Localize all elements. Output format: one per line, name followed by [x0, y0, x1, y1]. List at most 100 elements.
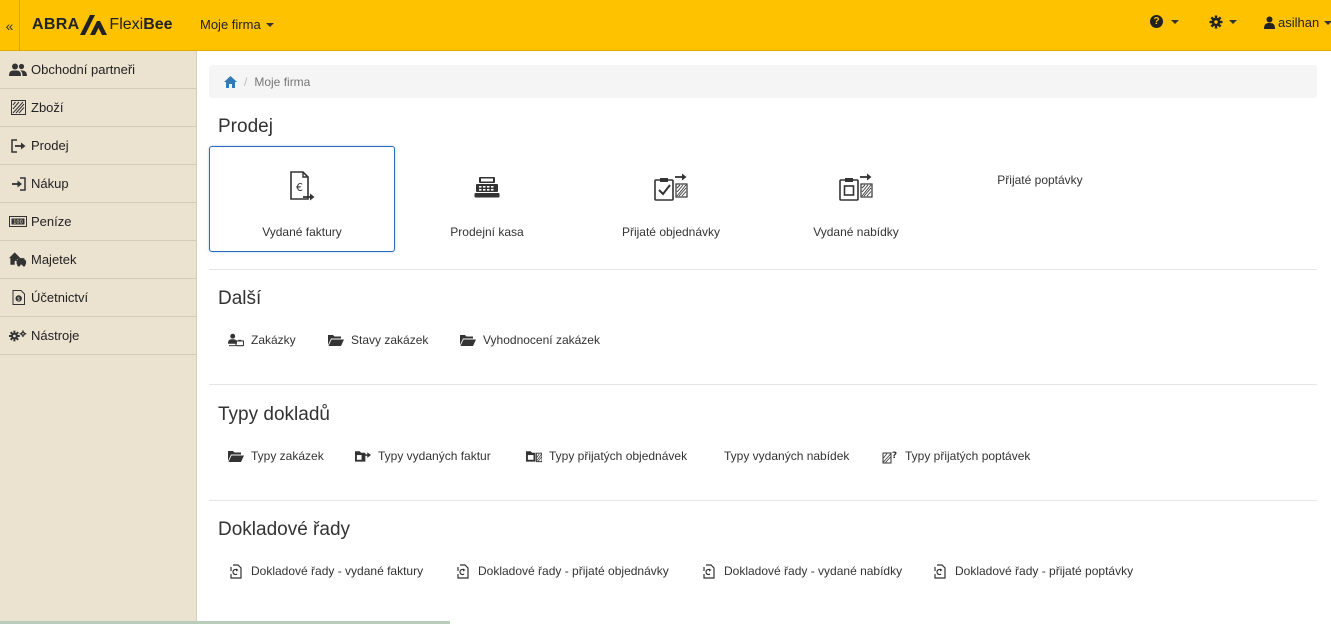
money-icon: 100 [9, 214, 27, 230]
tile-received-orders[interactable]: Přijaté objednávky [578, 146, 764, 252]
doc-series-icon [932, 563, 948, 579]
section-title-typy: Typy dokladů [218, 404, 330, 425]
sidebar-item-label: Peníze [31, 214, 72, 229]
tile-cash-register[interactable]: Prodejní kasa [394, 146, 580, 252]
sidebar-item-partners[interactable]: Obchodní partneři [0, 51, 196, 89]
logo-abra-text: ABRA [32, 16, 80, 33]
sidebar: Obchodní partneři Zboží Prodej Nákup 100… [0, 51, 197, 624]
company-dropdown[interactable]: Moje firma [200, 17, 274, 32]
sidebar-item-label: Prodej [31, 138, 69, 153]
accounting-icon: $ [9, 290, 27, 306]
invoice-euro-icon: € [290, 171, 315, 201]
breadcrumb-current: Moje firma [254, 74, 311, 89]
orders-user-icon [228, 333, 244, 347]
sidebar-item-goods[interactable]: Zboží [0, 89, 196, 127]
settings-dropdown[interactable] [1209, 15, 1237, 29]
question-circle-icon: ? [1150, 15, 1163, 28]
link-series-received-orders[interactable]: Dokladové řady - přijaté objednávky [455, 563, 669, 579]
collapse-sidebar-button[interactable]: « [0, 0, 20, 51]
tools-icon [9, 328, 27, 344]
tile-label: Prodejní kasa [450, 225, 524, 239]
link-label: Typy vydaných nabídek [724, 449, 850, 463]
help-dropdown[interactable]: ? [1150, 15, 1179, 28]
link-issued-offer-types[interactable]: Typy vydaných nabídek [724, 449, 849, 463]
sidebar-item-label: Zboží [31, 100, 64, 115]
sidebar-item-accounting[interactable]: $ Účetnictví [0, 279, 196, 317]
link-series-issued-invoices[interactable]: Dokladové řady - vydané faktury [228, 563, 423, 579]
user-dropdown[interactable]: asilhan [1264, 15, 1331, 30]
sidebar-item-label: Majetek [31, 252, 77, 267]
link-label: Zakázky [251, 333, 296, 347]
home-icon[interactable] [224, 75, 237, 88]
gear-icon [1209, 15, 1223, 29]
link-issued-invoice-types[interactable]: Typy vydaných faktur [355, 449, 491, 463]
tile-label: Vydané nabídky [813, 225, 899, 239]
logo-mark-icon [80, 15, 108, 35]
purchase-icon [9, 176, 27, 192]
tile-received-inquiries[interactable]: Přijaté poptávky [947, 146, 1133, 252]
doc-series-icon [701, 563, 717, 579]
doc-series-icon [455, 563, 471, 579]
sidebar-item-label: Nákup [31, 176, 69, 191]
property-icon [9, 252, 27, 268]
section-title-rady: Dokladové řady [218, 519, 351, 540]
section-divider [209, 269, 1317, 270]
tile-issued-invoices[interactable]: € Vydané faktury [209, 146, 395, 252]
sidebar-item-property[interactable]: Majetek [0, 241, 196, 279]
goods-icon [9, 100, 27, 116]
sidebar-item-purchase[interactable]: Nákup [0, 165, 196, 203]
sidebar-item-money[interactable]: 100 Peníze [0, 203, 196, 241]
svg-text:100: 100 [13, 220, 23, 226]
user-icon [1264, 16, 1275, 29]
folder-doc-icon [526, 449, 542, 463]
section-divider [209, 384, 1317, 385]
inquiry-icon: ? [882, 449, 898, 463]
sidebar-item-label: Nástroje [31, 328, 80, 343]
section-title-prodej: Prodej [218, 116, 273, 137]
sidebar-item-label: Obchodní partneři [31, 62, 136, 77]
sidebar-item-tools[interactable]: Nástroje [0, 317, 196, 355]
caret-down-icon [1171, 19, 1179, 24]
tile-label: Přijaté poptávky [997, 173, 1083, 187]
link-label: Stavy zakázek [351, 333, 429, 347]
link-series-received-inquiries[interactable]: Dokladové řady - přijaté poptávky [932, 563, 1134, 579]
caret-down-icon [1229, 20, 1237, 24]
tile-label: Vydané faktury [262, 225, 342, 239]
caret-down-icon [1324, 20, 1331, 25]
issued-offers-icon [839, 173, 873, 201]
logo-flexi-text: Flexi [109, 16, 144, 33]
link-label: Typy přijatých objednávek [549, 449, 688, 463]
svg-text:?: ? [892, 451, 897, 461]
sale-icon [9, 138, 27, 154]
double-chevron-left-icon: « [5, 17, 14, 34]
folder-export-icon [355, 449, 371, 463]
folder-open-icon [460, 333, 476, 347]
link-label: Dokladové řady - vydané nabídky [724, 564, 903, 578]
link-label: Typy vydaných faktur [378, 449, 491, 463]
tile-label: Přijaté objednávky [621, 225, 721, 239]
link-received-inquiry-types[interactable]: ? Typy přijatých poptávek [882, 449, 1030, 463]
link-label: Dokladové řady - přijaté objednávky [478, 564, 669, 578]
link-order-evaluation[interactable]: Vyhodnocení zakázek [460, 333, 600, 347]
received-orders-icon [654, 173, 688, 201]
sidebar-item-sale[interactable]: Prodej [0, 127, 196, 165]
user-name: asilhan [1278, 15, 1320, 30]
link-order-types[interactable]: Typy zakázek [228, 449, 324, 463]
section-divider [209, 500, 1317, 501]
cash-register-icon [474, 177, 500, 198]
tile-issued-offers[interactable]: Vydané nabídky [763, 146, 949, 252]
link-label: Typy zakázek [251, 449, 324, 463]
link-received-order-types[interactable]: Typy přijatých objednávek [526, 449, 687, 463]
sidebar-item-label: Účetnictví [31, 290, 89, 305]
breadcrumb: / Moje firma [209, 65, 1317, 98]
app-logo[interactable]: ABRA Flexi Bee [32, 14, 173, 36]
link-label: Dokladové řady - přijaté poptávky [955, 564, 1134, 578]
caret-down-icon [265, 22, 274, 27]
link-series-issued-offers[interactable]: Dokladové řady - vydané nabídky [701, 563, 903, 579]
svg-text:$: $ [17, 296, 20, 302]
link-order-states[interactable]: Stavy zakázek [328, 333, 428, 347]
link-label: Vyhodnocení zakázek [483, 333, 600, 347]
link-orders[interactable]: Zakázky [228, 333, 296, 347]
top-navbar: « ABRA Flexi Bee Moje firma ? asilhan [0, 0, 1331, 51]
breadcrumb-separator: / [244, 74, 248, 89]
